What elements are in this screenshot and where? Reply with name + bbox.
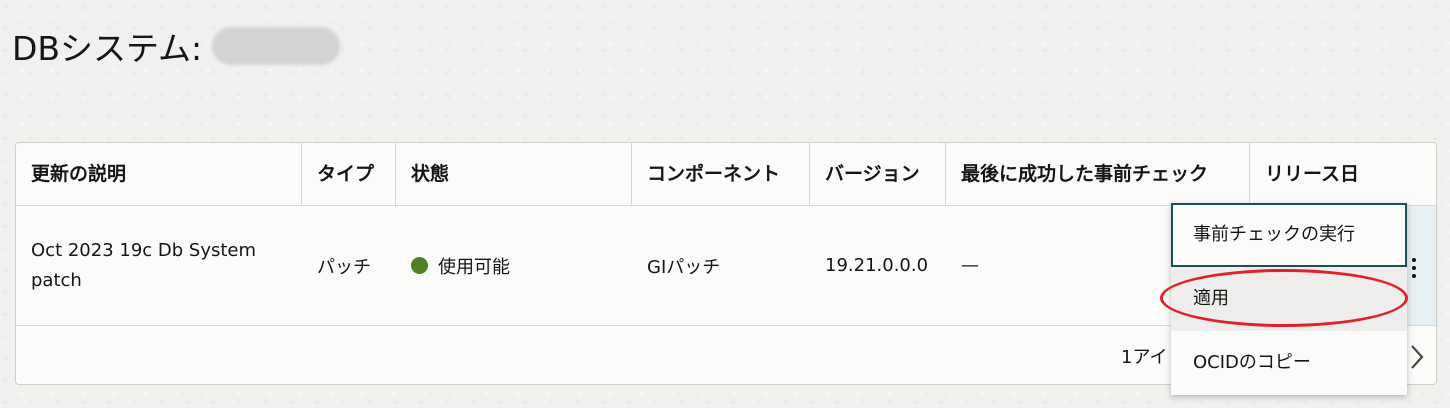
- cell-last-precheck: —: [961, 255, 979, 276]
- column-header-status[interactable]: 状態: [396, 143, 632, 205]
- column-header-component[interactable]: コンポーネント: [632, 143, 810, 205]
- cell-version: 19.21.0.0.0: [825, 255, 929, 276]
- menu-item-apply[interactable]: 適用: [1171, 267, 1407, 331]
- cell-type: パッチ: [317, 256, 371, 278]
- title-row: DBシステム:: [12, 22, 341, 70]
- cell-status: 使用可能: [396, 206, 510, 325]
- redacted-name: [212, 27, 341, 65]
- cell-component: GIパッチ: [647, 256, 721, 278]
- kebab-menu-icon[interactable]: [1408, 258, 1420, 278]
- pagination-label: 1アイ: [1121, 347, 1168, 368]
- column-header-version[interactable]: バージョン: [810, 143, 946, 205]
- status-label: 使用可能: [438, 256, 510, 278]
- cell-description: Oct 2023 19c Db System patch: [31, 239, 257, 291]
- column-header-description[interactable]: 更新の説明: [16, 143, 302, 205]
- table-header: 更新の説明 タイプ 状態 コンポーネント バージョン 最後に成功した事前チェック…: [16, 143, 1436, 206]
- row-actions-menu: 事前チェックの実行 適用 OCIDのコピー: [1171, 203, 1407, 395]
- page-title: DBシステム:: [12, 29, 203, 68]
- column-header-type[interactable]: タイプ: [302, 143, 396, 205]
- menu-item-run-precheck[interactable]: 事前チェックの実行: [1171, 203, 1407, 267]
- column-header-release-date[interactable]: リリース日: [1250, 143, 1436, 205]
- menu-item-copy-ocid[interactable]: OCIDのコピー: [1171, 331, 1407, 395]
- column-header-last-precheck[interactable]: 最後に成功した事前チェック: [946, 143, 1250, 205]
- status-dot-icon: [411, 257, 428, 274]
- chevron-right-icon[interactable]: [1410, 344, 1424, 375]
